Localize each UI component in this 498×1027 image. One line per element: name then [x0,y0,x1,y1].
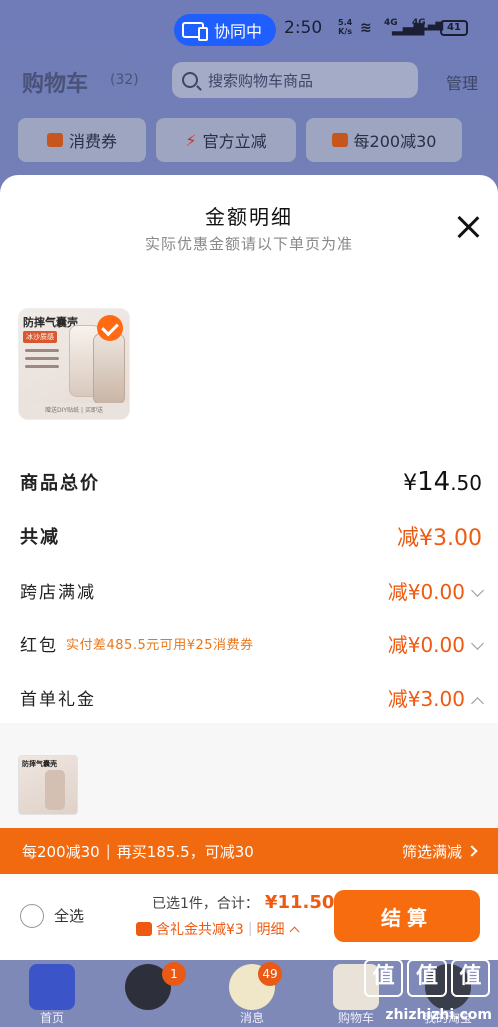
watermark-logo: 值值值 [364,959,490,997]
cart-search-input[interactable]: 搜索购物车商品 [172,62,418,98]
first-order-value: 减¥3.00 [388,683,484,712]
lightning-icon: ⚡ [185,130,197,150]
cross-store-label: 跨店满减 [20,582,96,603]
selected-summary: 已选1件，合计： ¥11.50 [152,892,335,913]
sheet-subtitle: 实际优惠金额请以下单页为准 [144,235,353,253]
sheet-title: 金额明细 [205,205,293,229]
message-badge: 49 [258,962,282,986]
total-amount: ¥11.50 [264,892,335,913]
product-thumbnail: 防摔气囊壳 [18,755,78,815]
coupon-icon [46,133,63,147]
net-speed: 5.4 K/s [338,18,353,36]
total-price-value: ¥ 14 .50 [403,467,482,497]
tab-home[interactable]: 首页 [22,964,82,1025]
video-badge: 1 [162,962,186,986]
row-first-order-gift[interactable]: 首单礼金 减¥3.00 [20,682,484,712]
total-price-label: 商品总价 [20,473,100,494]
chip-official-discount[interactable]: ⚡ 官方立减 [156,118,296,162]
search-placeholder: 搜索购物车商品 [208,71,314,90]
battery-icon: 41 [440,20,468,36]
cart-title: 购物车 [22,72,89,97]
collab-pill[interactable]: 协同中 [174,14,276,46]
gift-reduction-summary[interactable]: 含礼金共减¥3 | 明细 [136,919,299,939]
chip-coupon[interactable]: 消费券 [18,118,146,162]
cart-count: (32) [110,72,139,88]
promo-divider: | [105,842,111,860]
product-image-footer: 赠送DIY贴纸 | 买即送 [19,403,129,419]
product-image[interactable]: 防摔气囊壳 冰沙质感 赠送DIY贴纸 | 买即送 [18,308,130,420]
close-icon[interactable] [456,215,480,239]
collab-label: 协同中 [214,22,263,41]
row-total-price: 商品总价 ¥ 14 .50 [20,467,482,497]
tab-bar: 首页 1 消息 49 购物车 我的淘宝 值值值 zhizhizhi.com [0,959,498,1027]
wifi-icon: ≋ [360,20,372,36]
filter-reduction-link[interactable]: 筛选满减 [402,841,478,862]
red-packet-label: 红包 [20,635,58,656]
select-all-radio[interactable] [20,904,44,928]
row-red-packet[interactable]: 红包 实付差485.5元可用¥25消费券 减¥0.00 [20,628,484,658]
detail-link: 明细 [256,922,285,938]
promo-bar[interactable]: 每200减30 | 再买185.5，可减30 筛选满减 [0,828,498,874]
total-reduction-label: 共减 [20,527,60,548]
status-bar: 协同中 2:50 5.4 K/s ≋ 4G ▂▄▆ 4G ▂▄▆ 41 [0,14,498,46]
first-order-label: 首单礼金 [20,689,96,710]
chevron-up-icon [289,926,299,936]
manage-button[interactable]: 管理 [446,70,478,94]
promo-rule: 每200减30 [22,842,100,861]
gift-icon [136,922,152,936]
cart-header: 购物车 (32) 搜索购物车商品 管理 [0,62,498,102]
row-total-reduction: 共减 减¥3.00 [20,521,482,551]
product-feature-lines [25,349,63,373]
chip-full-reduction[interactable]: 每200减30 [306,118,462,162]
checkout-bar: 全选 已选1件，合计： ¥11.50 含礼金共减¥3 | 明细 结算 [0,874,498,960]
chevron-up-icon [471,696,484,710]
cross-store-value: 减¥0.00 [388,576,484,605]
total-reduction-value: 减¥3.00 [397,526,482,551]
row-cross-store[interactable]: 跨店满减 减¥0.00 [20,575,484,605]
checked-icon[interactable] [97,315,123,341]
checkout-button[interactable]: 结算 [334,890,480,942]
product-image-badge: 冰沙质感 [23,331,57,343]
phone-case-image [93,333,125,405]
screen-share-icon [182,22,208,41]
search-icon [182,72,198,88]
red-packet-value: 减¥0.00 [388,629,484,658]
chevron-right-icon [466,845,478,857]
store-icon [331,133,348,147]
select-all-label[interactable]: 全选 [54,905,84,926]
chevron-down-icon [471,636,484,650]
promo-hint: 再买185.5，可减30 [116,842,254,861]
chevron-down-icon [471,583,484,597]
filter-chips: 消费券 ⚡ 官方立减 每200减30 [18,118,462,162]
clock: 2:50 [284,18,323,38]
home-icon [29,964,75,1010]
red-packet-note: 实付差485.5元可用¥25消费券 [66,637,254,653]
watermark-site: zhizhizhi.com [385,1007,492,1023]
